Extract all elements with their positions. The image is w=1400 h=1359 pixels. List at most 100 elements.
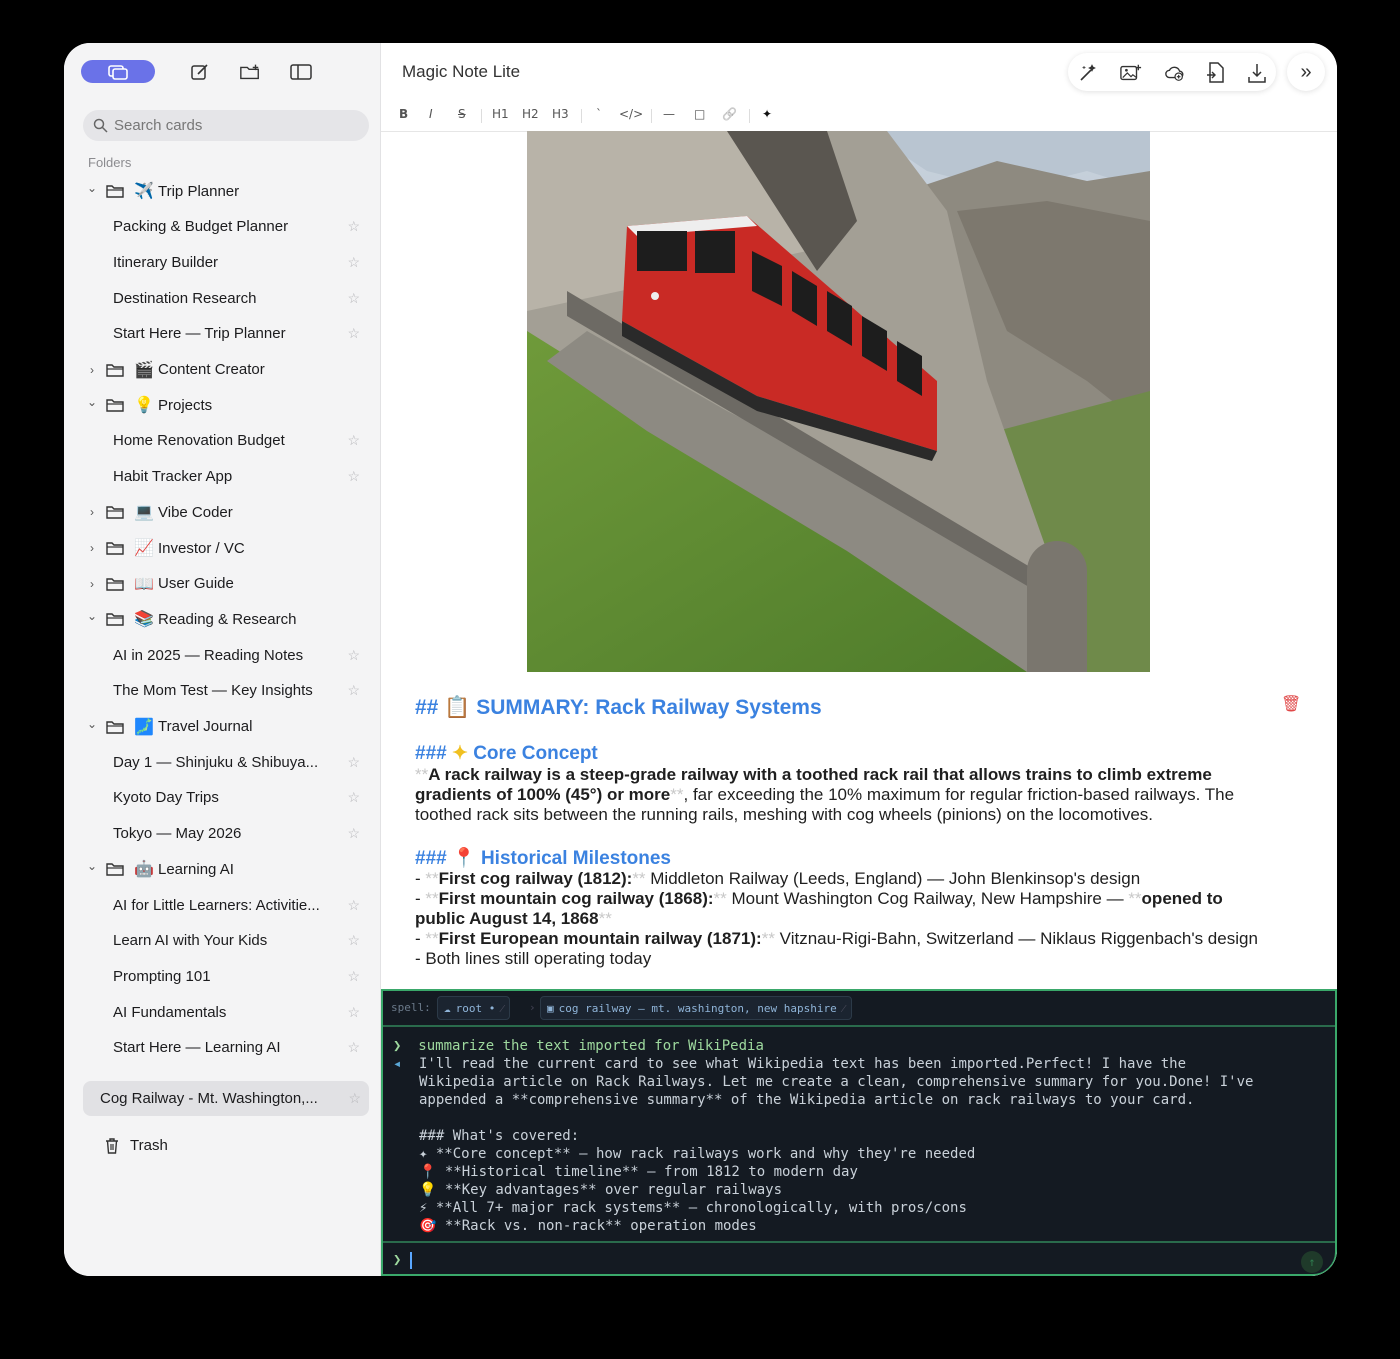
header: Magic Note Lite »	[381, 43, 1337, 101]
box-button[interactable]: □	[694, 107, 705, 121]
star-icon[interactable]: ☆	[347, 754, 360, 771]
delete-section-icon[interactable]: 🗑	[1281, 694, 1301, 714]
link-button[interactable]: 🔗	[722, 107, 737, 121]
expand-panel-icon[interactable]: »	[1287, 53, 1325, 91]
reply-block: ◂ I'll read the current card to see what…	[393, 1055, 1323, 1235]
toggle-sidebar-icon[interactable]	[290, 61, 312, 83]
card-row[interactable]: Packing & Budget Planner ☆	[64, 209, 380, 245]
chevron-down-icon[interactable]: ⌄	[86, 717, 98, 731]
folder-row[interactable]: › 💻 Vibe Coder	[64, 494, 380, 530]
chevron-right-icon[interactable]: ›	[86, 577, 98, 591]
root-chip[interactable]: ☁ root • ⁄	[437, 996, 511, 1020]
card-row[interactable]: Day 1 — Shinjuku & Shibuya... ☆	[64, 744, 380, 780]
chevron-right-icon[interactable]: ›	[86, 363, 98, 377]
bold-button[interactable]: B	[399, 107, 408, 121]
star-icon[interactable]: ☆	[347, 468, 360, 485]
reply-line	[419, 1109, 1323, 1127]
trash-label: Trash	[130, 1137, 168, 1154]
card-label: Destination Research	[113, 289, 257, 307]
card-chip[interactable]: ▣ cog railway – mt. washington, new haps…	[540, 996, 852, 1020]
star-icon[interactable]: ☆	[347, 1004, 360, 1021]
pin-icon: 📍	[451, 848, 476, 869]
folder-icon	[106, 363, 124, 377]
card-row[interactable]: AI in 2025 — Reading Notes ☆	[64, 637, 380, 673]
heading-marker: ###	[415, 743, 447, 764]
star-icon[interactable]: ☆	[347, 968, 360, 985]
folder-row[interactable]: › 📈 Investor / VC	[64, 530, 380, 566]
star-icon[interactable]: ☆	[347, 789, 360, 806]
folder-row[interactable]: ⌄ 🤖 Learning AI	[64, 851, 380, 887]
list-item: - Both lines still operating today	[415, 949, 652, 968]
italic-button[interactable]: I	[429, 107, 433, 121]
h1-button[interactable]: H1	[492, 107, 509, 121]
star-icon[interactable]: ☆	[347, 647, 360, 664]
terminal-input[interactable]: ❯ ↑	[383, 1241, 1335, 1274]
strikethrough-button[interactable]: S	[458, 107, 466, 121]
trash-item[interactable]: Trash	[104, 1137, 168, 1154]
chevron-down-icon[interactable]: ⌄	[86, 859, 98, 873]
import-file-icon[interactable]	[1205, 62, 1227, 84]
star-icon[interactable]: ☆	[347, 825, 360, 842]
star-icon[interactable]: ☆	[347, 932, 360, 949]
card-row[interactable]: Start Here — Learning AI ☆	[64, 1030, 380, 1066]
star-icon[interactable]: ☆	[348, 1090, 361, 1107]
send-icon[interactable]: ↑	[1301, 1251, 1323, 1273]
folder-row[interactable]: ⌄ 💡 Projects	[64, 387, 380, 423]
card-row[interactable]: Tokyo — May 2026 ☆	[64, 816, 380, 852]
chevron-right-icon[interactable]: ›	[86, 505, 98, 519]
h2-button[interactable]: H2	[522, 107, 539, 121]
folder-label: Reading & Research	[158, 610, 297, 628]
star-icon[interactable]: ☆	[347, 325, 360, 342]
folder-row[interactable]: › 🎬 Content Creator	[64, 352, 380, 388]
star-icon[interactable]: ☆	[347, 290, 360, 307]
folder-row[interactable]: › 📖 User Guide	[64, 566, 380, 602]
folder-row[interactable]: ⌄ ✈️ Trip Planner	[64, 173, 380, 209]
command-text: summarize the text imported for WikiPedi…	[418, 1038, 764, 1054]
list-item: - **First cog railway (1812):** Middleto…	[415, 869, 1141, 888]
search-input[interactable]: Search cards	[83, 110, 369, 141]
card-label: Packing & Budget Planner	[113, 218, 289, 236]
card-row[interactable]: Learn AI with Your Kids ☆	[64, 923, 380, 959]
code-block-button[interactable]: </>	[619, 107, 643, 121]
chevron-right-icon[interactable]: ›	[86, 541, 98, 555]
card-row[interactable]: Habit Tracker App ☆	[64, 459, 380, 495]
inline-code-button[interactable]: `	[596, 107, 602, 121]
card-row[interactable]: Itinerary Builder ☆	[64, 244, 380, 280]
summary-heading: ## 📋 SUMMARY: Rack Railway Systems	[415, 696, 822, 720]
folder-row[interactable]: ⌄ 📚 Reading & Research	[64, 601, 380, 637]
reply-line: ⚡ **All 7+ major rack systems** — chrono…	[419, 1200, 967, 1216]
text-cursor	[410, 1252, 412, 1269]
chevron-down-icon[interactable]: ⌄	[86, 395, 98, 409]
cloud-add-icon[interactable]	[1164, 62, 1186, 84]
star-icon[interactable]: ☆	[347, 897, 360, 914]
ai-sparkle-button[interactable]: ✦	[762, 107, 772, 121]
star-icon[interactable]: ☆	[347, 254, 360, 271]
star-icon[interactable]: ☆	[347, 432, 360, 449]
folder-row[interactable]: ⌄ 🗾 Travel Journal	[64, 709, 380, 745]
cards-view-button[interactable]	[81, 60, 155, 83]
trash-icon	[106, 1138, 118, 1154]
star-icon[interactable]: ☆	[347, 682, 360, 699]
card-row[interactable]: Home Renovation Budget ☆	[64, 423, 380, 459]
star-icon[interactable]: ☆	[347, 218, 360, 235]
selected-card[interactable]: Cog Railway - Mt. Washington,... ☆	[83, 1081, 369, 1116]
card-row[interactable]: Destination Research ☆	[64, 280, 380, 316]
horizontal-rule-button[interactable]: —	[663, 107, 675, 121]
magic-wand-icon[interactable]	[1077, 62, 1099, 84]
card-row[interactable]: Kyoto Day Trips ☆	[64, 780, 380, 816]
card-row[interactable]: AI Fundamentals ☆	[64, 994, 380, 1030]
new-card-icon[interactable]	[189, 61, 211, 83]
card-row[interactable]: Start Here — Trip Planner ☆	[64, 316, 380, 352]
add-image-icon[interactable]	[1120, 62, 1142, 84]
card-row[interactable]: AI for Little Learners: Activitie... ☆	[64, 887, 380, 923]
folder-label: Learning AI	[158, 860, 234, 878]
star-icon[interactable]: ☆	[347, 1039, 360, 1056]
export-icon[interactable]	[1246, 62, 1268, 84]
chevron-down-icon[interactable]: ⌄	[86, 181, 98, 195]
reply-line: ✦ **Core concept** — how rack railways w…	[419, 1146, 976, 1162]
card-row[interactable]: Prompting 101 ☆	[64, 958, 380, 994]
chevron-down-icon[interactable]: ⌄	[86, 609, 98, 623]
new-folder-icon[interactable]	[239, 61, 261, 83]
h3-button[interactable]: H3	[552, 107, 569, 121]
card-row[interactable]: The Mom Test — Key Insights ☆	[64, 673, 380, 709]
